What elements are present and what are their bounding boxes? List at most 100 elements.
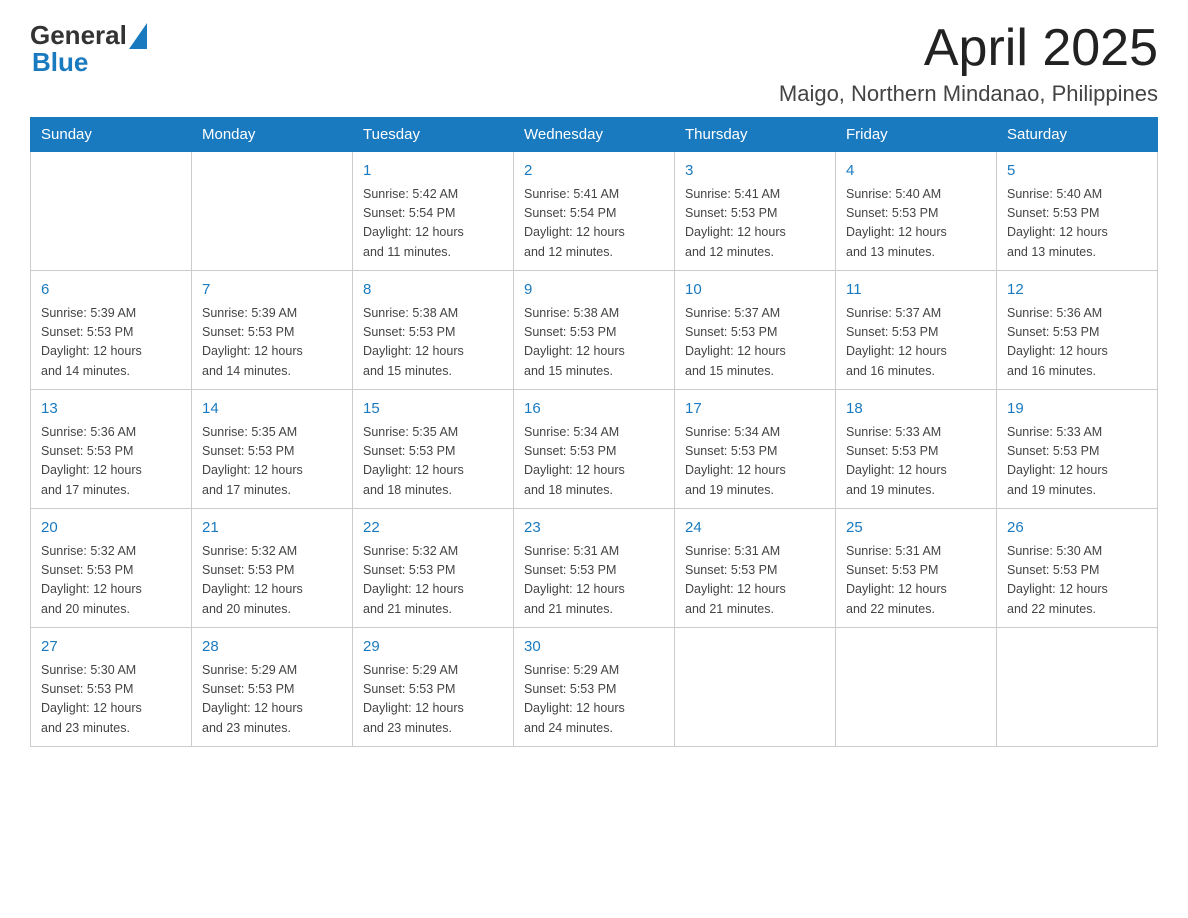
calendar-cell: 9Sunrise: 5:38 AM Sunset: 5:53 PM Daylig… — [514, 271, 675, 390]
calendar-week-row: 20Sunrise: 5:32 AM Sunset: 5:53 PM Dayli… — [31, 509, 1158, 628]
day-number: 11 — [846, 279, 986, 302]
calendar-cell: 11Sunrise: 5:37 AM Sunset: 5:53 PM Dayli… — [836, 271, 997, 390]
calendar-cell: 30Sunrise: 5:29 AM Sunset: 5:53 PM Dayli… — [514, 628, 675, 747]
day-number: 8 — [363, 279, 503, 302]
day-info: Sunrise: 5:32 AM Sunset: 5:53 PM Dayligh… — [202, 542, 342, 620]
calendar-table: SundayMondayTuesdayWednesdayThursdayFrid… — [30, 117, 1158, 747]
calendar-cell — [836, 628, 997, 747]
day-info: Sunrise: 5:37 AM Sunset: 5:53 PM Dayligh… — [685, 304, 825, 382]
day-info: Sunrise: 5:38 AM Sunset: 5:53 PM Dayligh… — [363, 304, 503, 382]
day-number: 5 — [1007, 160, 1147, 183]
day-number: 9 — [524, 279, 664, 302]
day-info: Sunrise: 5:33 AM Sunset: 5:53 PM Dayligh… — [1007, 423, 1147, 501]
day-number: 20 — [41, 517, 181, 540]
day-info: Sunrise: 5:29 AM Sunset: 5:53 PM Dayligh… — [202, 661, 342, 739]
page-header: General Blue April 2025 Maigo, Northern … — [30, 20, 1158, 107]
day-number: 12 — [1007, 279, 1147, 302]
calendar-cell: 24Sunrise: 5:31 AM Sunset: 5:53 PM Dayli… — [675, 509, 836, 628]
calendar-cell: 5Sunrise: 5:40 AM Sunset: 5:53 PM Daylig… — [997, 152, 1158, 271]
calendar-cell — [192, 152, 353, 271]
day-info: Sunrise: 5:36 AM Sunset: 5:53 PM Dayligh… — [41, 423, 181, 501]
calendar-cell: 19Sunrise: 5:33 AM Sunset: 5:53 PM Dayli… — [997, 390, 1158, 509]
day-number: 27 — [41, 636, 181, 659]
day-number: 22 — [363, 517, 503, 540]
day-number: 10 — [685, 279, 825, 302]
day-info: Sunrise: 5:36 AM Sunset: 5:53 PM Dayligh… — [1007, 304, 1147, 382]
calendar-cell: 27Sunrise: 5:30 AM Sunset: 5:53 PM Dayli… — [31, 628, 192, 747]
calendar-cell: 15Sunrise: 5:35 AM Sunset: 5:53 PM Dayli… — [353, 390, 514, 509]
calendar-cell: 28Sunrise: 5:29 AM Sunset: 5:53 PM Dayli… — [192, 628, 353, 747]
weekday-header-row: SundayMondayTuesdayWednesdayThursdayFrid… — [31, 118, 1158, 152]
day-info: Sunrise: 5:34 AM Sunset: 5:53 PM Dayligh… — [685, 423, 825, 501]
calendar-cell: 26Sunrise: 5:30 AM Sunset: 5:53 PM Dayli… — [997, 509, 1158, 628]
calendar-cell: 22Sunrise: 5:32 AM Sunset: 5:53 PM Dayli… — [353, 509, 514, 628]
calendar-cell: 1Sunrise: 5:42 AM Sunset: 5:54 PM Daylig… — [353, 152, 514, 271]
calendar-cell: 16Sunrise: 5:34 AM Sunset: 5:53 PM Dayli… — [514, 390, 675, 509]
calendar-cell: 6Sunrise: 5:39 AM Sunset: 5:53 PM Daylig… — [31, 271, 192, 390]
title-section: April 2025 Maigo, Northern Mindanao, Phi… — [779, 20, 1158, 107]
logo-blue-text: Blue — [32, 47, 88, 78]
calendar-cell — [31, 152, 192, 271]
day-number: 18 — [846, 398, 986, 421]
day-info: Sunrise: 5:32 AM Sunset: 5:53 PM Dayligh… — [41, 542, 181, 620]
day-info: Sunrise: 5:30 AM Sunset: 5:53 PM Dayligh… — [41, 661, 181, 739]
weekday-header-friday: Friday — [836, 118, 997, 152]
day-info: Sunrise: 5:35 AM Sunset: 5:53 PM Dayligh… — [363, 423, 503, 501]
day-number: 17 — [685, 398, 825, 421]
day-info: Sunrise: 5:34 AM Sunset: 5:53 PM Dayligh… — [524, 423, 664, 501]
day-number: 16 — [524, 398, 664, 421]
weekday-header-tuesday: Tuesday — [353, 118, 514, 152]
calendar-cell: 25Sunrise: 5:31 AM Sunset: 5:53 PM Dayli… — [836, 509, 997, 628]
logo-triangle-icon — [129, 23, 147, 49]
calendar-cell — [997, 628, 1158, 747]
day-number: 28 — [202, 636, 342, 659]
day-info: Sunrise: 5:41 AM Sunset: 5:53 PM Dayligh… — [685, 185, 825, 263]
day-info: Sunrise: 5:35 AM Sunset: 5:53 PM Dayligh… — [202, 423, 342, 501]
day-number: 4 — [846, 160, 986, 183]
location-title: Maigo, Northern Mindanao, Philippines — [779, 81, 1158, 107]
day-number: 29 — [363, 636, 503, 659]
day-number: 7 — [202, 279, 342, 302]
calendar-cell: 3Sunrise: 5:41 AM Sunset: 5:53 PM Daylig… — [675, 152, 836, 271]
weekday-header-monday: Monday — [192, 118, 353, 152]
logo: General Blue — [30, 20, 147, 78]
day-number: 23 — [524, 517, 664, 540]
calendar-cell: 13Sunrise: 5:36 AM Sunset: 5:53 PM Dayli… — [31, 390, 192, 509]
weekday-header-saturday: Saturday — [997, 118, 1158, 152]
calendar-week-row: 27Sunrise: 5:30 AM Sunset: 5:53 PM Dayli… — [31, 628, 1158, 747]
day-number: 21 — [202, 517, 342, 540]
day-info: Sunrise: 5:39 AM Sunset: 5:53 PM Dayligh… — [41, 304, 181, 382]
day-info: Sunrise: 5:42 AM Sunset: 5:54 PM Dayligh… — [363, 185, 503, 263]
calendar-cell: 21Sunrise: 5:32 AM Sunset: 5:53 PM Dayli… — [192, 509, 353, 628]
day-info: Sunrise: 5:30 AM Sunset: 5:53 PM Dayligh… — [1007, 542, 1147, 620]
day-info: Sunrise: 5:31 AM Sunset: 5:53 PM Dayligh… — [524, 542, 664, 620]
day-number: 19 — [1007, 398, 1147, 421]
calendar-cell: 17Sunrise: 5:34 AM Sunset: 5:53 PM Dayli… — [675, 390, 836, 509]
calendar-week-row: 13Sunrise: 5:36 AM Sunset: 5:53 PM Dayli… — [31, 390, 1158, 509]
weekday-header-thursday: Thursday — [675, 118, 836, 152]
day-number: 26 — [1007, 517, 1147, 540]
calendar-cell: 7Sunrise: 5:39 AM Sunset: 5:53 PM Daylig… — [192, 271, 353, 390]
calendar-cell: 20Sunrise: 5:32 AM Sunset: 5:53 PM Dayli… — [31, 509, 192, 628]
day-info: Sunrise: 5:29 AM Sunset: 5:53 PM Dayligh… — [524, 661, 664, 739]
calendar-week-row: 1Sunrise: 5:42 AM Sunset: 5:54 PM Daylig… — [31, 152, 1158, 271]
calendar-cell: 4Sunrise: 5:40 AM Sunset: 5:53 PM Daylig… — [836, 152, 997, 271]
day-number: 13 — [41, 398, 181, 421]
calendar-cell: 14Sunrise: 5:35 AM Sunset: 5:53 PM Dayli… — [192, 390, 353, 509]
day-number: 1 — [363, 160, 503, 183]
day-info: Sunrise: 5:38 AM Sunset: 5:53 PM Dayligh… — [524, 304, 664, 382]
calendar-cell: 23Sunrise: 5:31 AM Sunset: 5:53 PM Dayli… — [514, 509, 675, 628]
day-info: Sunrise: 5:39 AM Sunset: 5:53 PM Dayligh… — [202, 304, 342, 382]
month-title: April 2025 — [779, 20, 1158, 77]
calendar-cell: 12Sunrise: 5:36 AM Sunset: 5:53 PM Dayli… — [997, 271, 1158, 390]
day-info: Sunrise: 5:31 AM Sunset: 5:53 PM Dayligh… — [685, 542, 825, 620]
day-info: Sunrise: 5:32 AM Sunset: 5:53 PM Dayligh… — [363, 542, 503, 620]
calendar-week-row: 6Sunrise: 5:39 AM Sunset: 5:53 PM Daylig… — [31, 271, 1158, 390]
day-info: Sunrise: 5:40 AM Sunset: 5:53 PM Dayligh… — [846, 185, 986, 263]
day-number: 14 — [202, 398, 342, 421]
day-info: Sunrise: 5:31 AM Sunset: 5:53 PM Dayligh… — [846, 542, 986, 620]
day-number: 3 — [685, 160, 825, 183]
calendar-cell — [675, 628, 836, 747]
calendar-cell: 29Sunrise: 5:29 AM Sunset: 5:53 PM Dayli… — [353, 628, 514, 747]
weekday-header-sunday: Sunday — [31, 118, 192, 152]
